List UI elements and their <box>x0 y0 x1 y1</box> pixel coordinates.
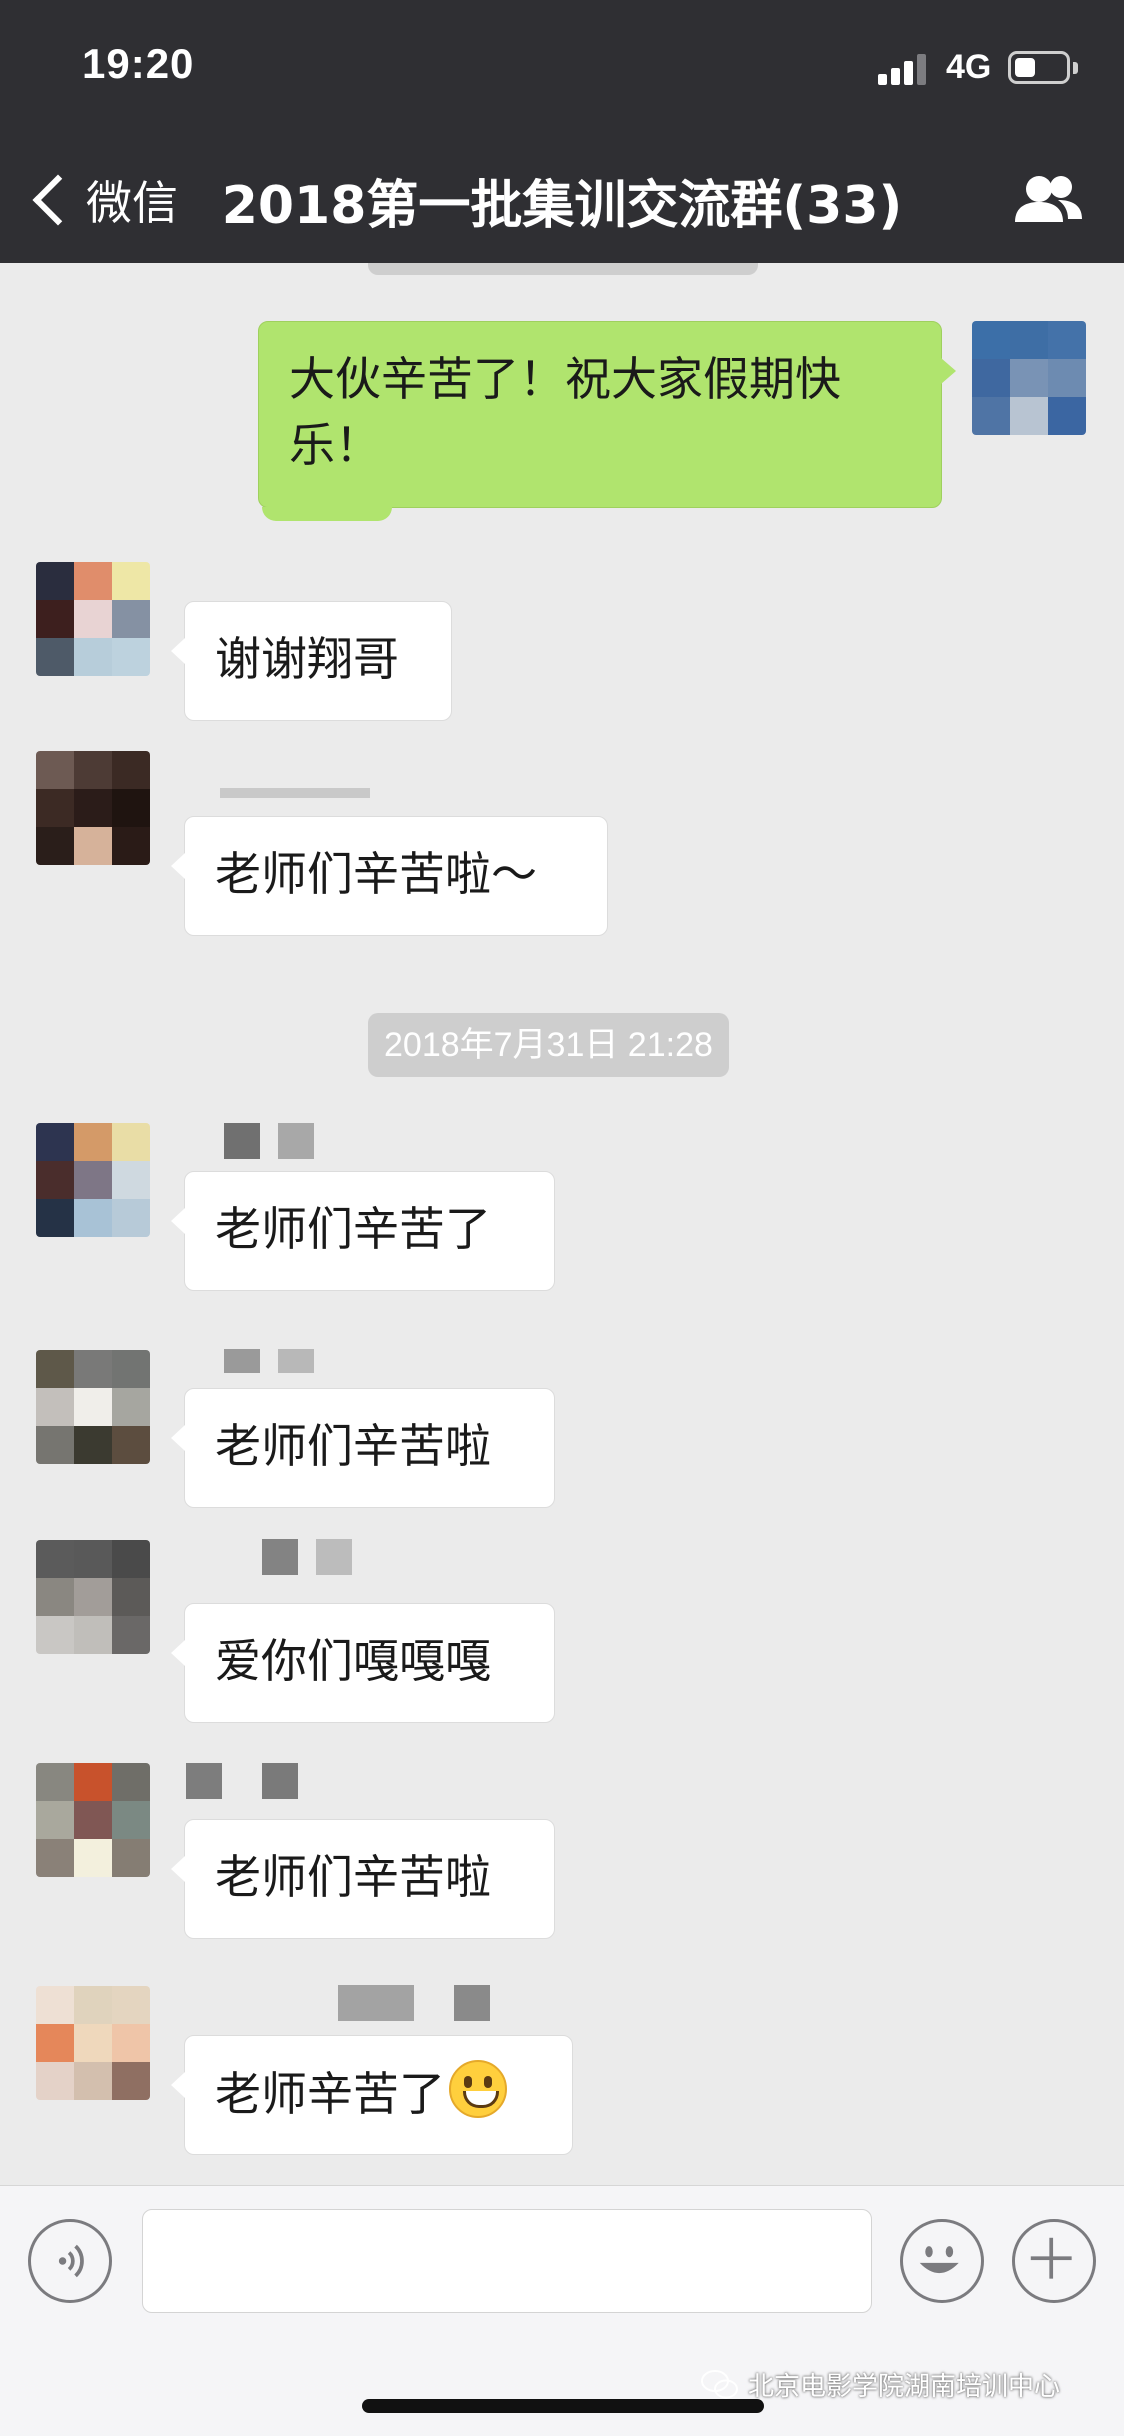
sender-nickname <box>338 1985 508 2021</box>
message-bubble-outgoing[interactable]: 大伙辛苦了！祝大家假期快乐！ <box>258 321 956 508</box>
avatar[interactable] <box>972 321 1086 435</box>
message-text: 老师辛苦了 <box>215 2067 445 2121</box>
message-input[interactable] <box>142 2209 872 2313</box>
message-bubble[interactable]: 爱你们嘎嘎嘎 <box>171 1603 555 1723</box>
chat-title: 2018第一批集训交流群(33) <box>221 176 903 236</box>
watermark-text: 北京电影学院湖南培训中心 <box>748 2372 1061 2402</box>
avatar[interactable] <box>36 1123 150 1237</box>
sender-nickname <box>186 1763 316 1799</box>
avatar[interactable] <box>36 1540 150 1654</box>
sender-nickname <box>224 1123 332 1159</box>
emoji-icon <box>919 2246 959 2274</box>
message-bubble[interactable]: 老师们辛苦了 <box>171 1171 555 1291</box>
wechat-logo-icon <box>701 2369 738 2398</box>
emoji-button[interactable] <box>900 2219 984 2303</box>
message-bubble[interactable]: 老师们辛苦啦 <box>171 1388 555 1508</box>
message-bubble[interactable]: 老师们辛苦啦 <box>171 1819 555 1939</box>
message-bubble[interactable]: 老师辛苦了 <box>171 2035 573 2155</box>
grinning-face-emoji-icon <box>449 2060 507 2118</box>
sender-nickname <box>220 783 388 819</box>
back-button[interactable]: 微信 <box>28 165 178 235</box>
battery-icon <box>1008 51 1070 84</box>
home-indicator <box>362 2399 764 2413</box>
read-indicator <box>262 507 392 521</box>
network-type: 4G <box>946 48 992 86</box>
message-bubble[interactable]: 老师们辛苦啦～ <box>171 816 608 936</box>
back-chevron-icon <box>32 174 84 226</box>
avatar[interactable] <box>36 751 150 865</box>
avatar[interactable] <box>36 1763 150 1877</box>
sender-nickname <box>262 1539 370 1575</box>
navigation-bar: 19:20 4G 微信 2018第一批集训交流群(33) <box>0 0 1124 263</box>
sender-nickname <box>224 1349 332 1385</box>
plus-icon <box>1030 2237 1072 2279</box>
group-members-icon[interactable] <box>1012 172 1084 228</box>
message-bubble[interactable]: 谢谢翔哥 <box>171 601 452 721</box>
voice-icon <box>58 2244 84 2278</box>
voice-button[interactable] <box>28 2219 112 2303</box>
chat-area[interactable]: 大伙辛苦了！祝大家假期快乐！ 谢谢翔哥 老师们辛苦啦～ 2018年7月31日 2… <box>0 263 1124 2185</box>
avatar[interactable] <box>36 1986 150 2100</box>
more-button[interactable] <box>1012 2219 1096 2303</box>
status-time: 19:20 <box>82 40 195 87</box>
signal-icon <box>878 53 932 85</box>
input-toolbar: 北京电影学院湖南培训中心 <box>0 2185 1124 2436</box>
avatar[interactable] <box>36 1350 150 1464</box>
timestamp-chip <box>368 263 758 275</box>
timestamp-chip: 2018年7月31日 21:28 <box>368 1013 729 1077</box>
avatar[interactable] <box>36 562 150 676</box>
watermark: 北京电影学院湖南培训中心 <box>700 2366 1060 2403</box>
